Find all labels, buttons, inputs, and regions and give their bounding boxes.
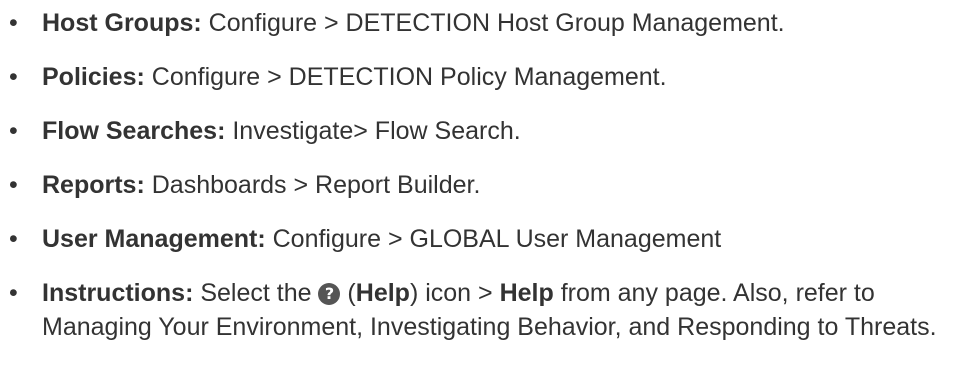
list-item-host-groups: • Host Groups: Configure > DETECTION Hos… bbox=[0, 6, 967, 40]
bullet: • bbox=[9, 117, 18, 145]
list-item-user-management: • User Management: Configure > GLOBAL Us… bbox=[0, 222, 967, 256]
instructions-text-2: ) icon > bbox=[409, 279, 500, 307]
bullet: • bbox=[9, 171, 18, 199]
help-word-2: Help bbox=[499, 279, 554, 307]
list-item-policies: • Policies: Configure > DETECTION Policy… bbox=[0, 60, 967, 94]
item-text: Dashboards > Report Builder. bbox=[144, 171, 481, 199]
bullet: • bbox=[9, 63, 18, 91]
help-word: Help bbox=[355, 279, 410, 307]
item-text: Configure > GLOBAL User Management bbox=[265, 225, 722, 253]
bullet: • bbox=[9, 279, 18, 307]
item-term: Instructions: bbox=[42, 279, 194, 307]
navigation-list: • Host Groups: Configure > DETECTION Hos… bbox=[0, 6, 967, 344]
list-item-flow-searches: • Flow Searches: Investigate> Flow Searc… bbox=[0, 114, 967, 148]
item-text: Configure > DETECTION Policy Management. bbox=[144, 63, 667, 91]
instructions-text-1: Select the bbox=[193, 279, 319, 307]
item-term: Reports: bbox=[42, 171, 145, 199]
instructions-paren: ( bbox=[340, 279, 356, 307]
bullet: • bbox=[9, 9, 18, 37]
item-text: Investigate> Flow Search. bbox=[225, 117, 521, 145]
item-term: User Management: bbox=[42, 225, 266, 253]
list-item-instructions: • Instructions: Select the ? (Help) icon… bbox=[0, 276, 962, 344]
list-item-reports: • Reports: Dashboards > Report Builder. bbox=[0, 168, 967, 202]
item-text: Configure > DETECTION Host Group Managem… bbox=[201, 9, 785, 37]
item-term: Host Groups: bbox=[42, 9, 202, 37]
item-term: Flow Searches: bbox=[42, 117, 226, 145]
item-term: Policies: bbox=[42, 63, 145, 91]
bullet: • bbox=[9, 225, 18, 253]
help-icon: ? bbox=[318, 283, 341, 305]
